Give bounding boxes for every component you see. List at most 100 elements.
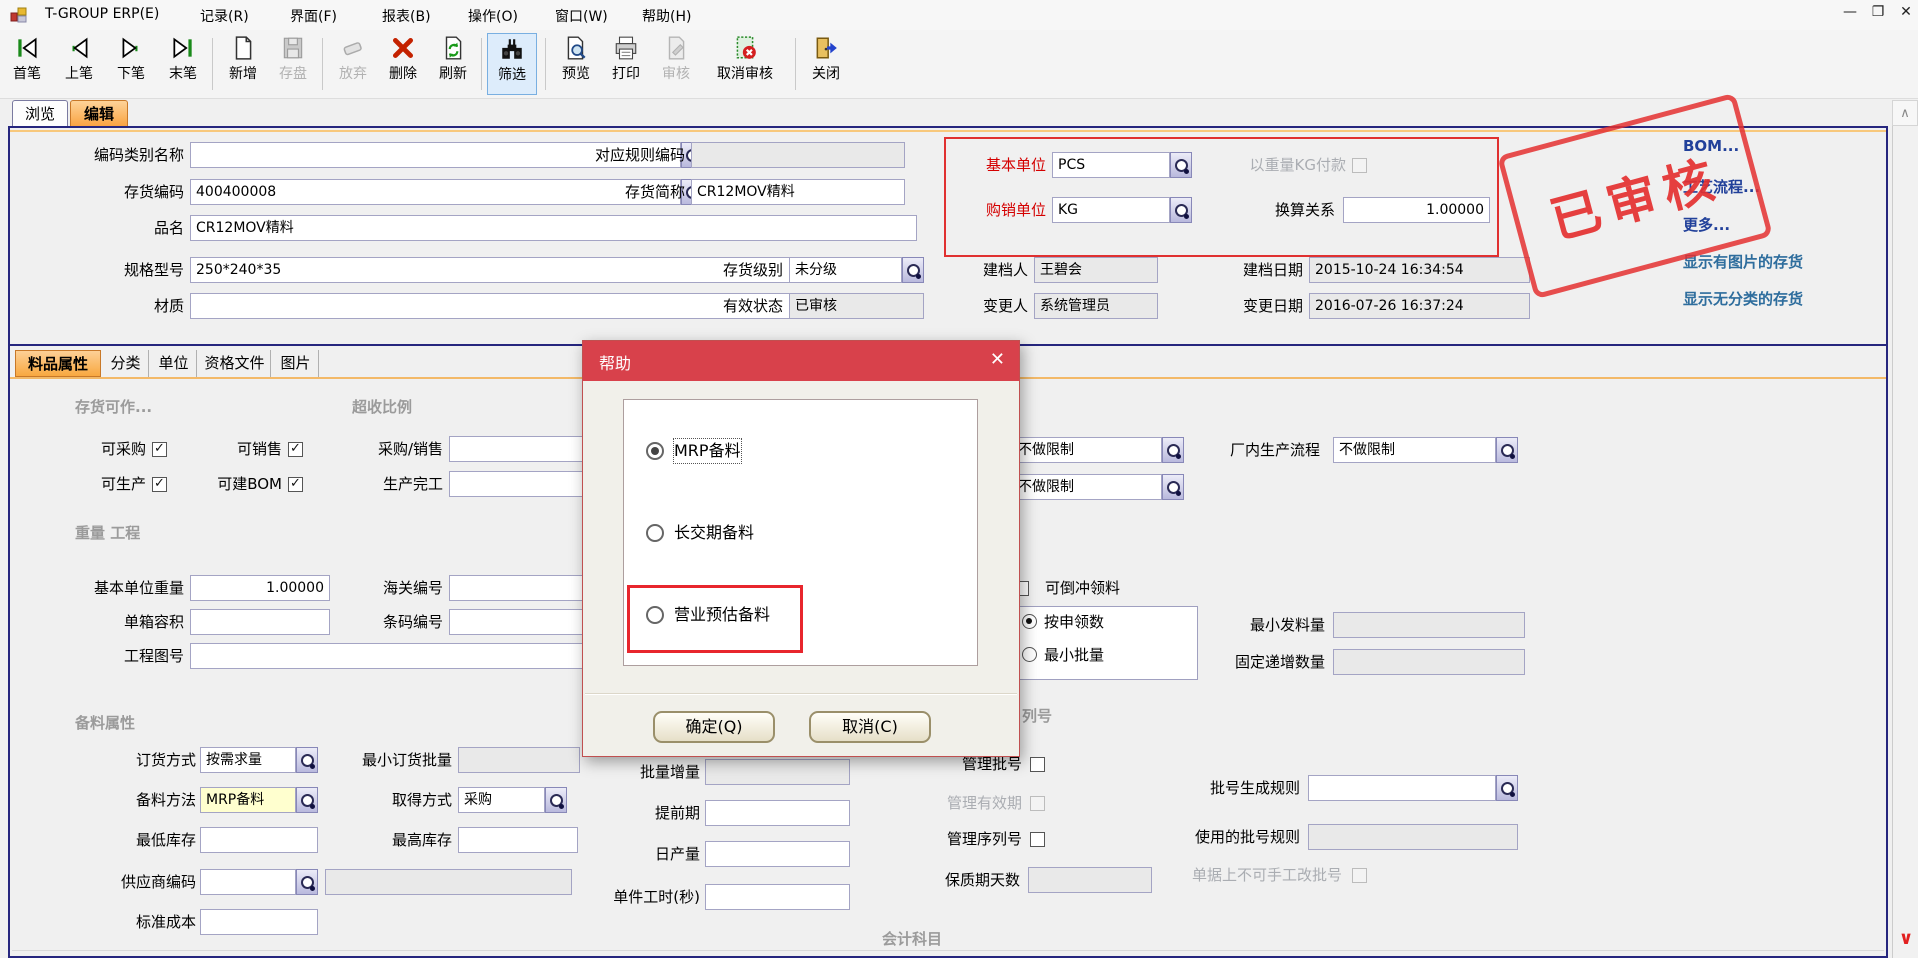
acquire-mode-lookup-icon[interactable] [545,787,567,813]
acquire-mode-field[interactable]: 采购 [458,787,545,813]
menu-window[interactable]: 窗口(W) [555,6,608,26]
unit-work-seconds-field[interactable] [705,884,850,910]
last-record-icon [158,33,208,67]
toolbar-separator [322,38,323,90]
supplier-code-lookup-icon[interactable] [296,869,318,895]
next-record-button[interactable]: 下笔 [106,33,156,95]
factory-flow-lookup-icon[interactable] [1496,437,1518,463]
batch-rule-lookup-icon[interactable] [1496,775,1518,801]
dialog-cancel-button[interactable]: 取消(C) [809,711,931,743]
item-short-name-label: 存货简称 [565,179,685,205]
help-dialog-close-icon[interactable]: ✕ [990,349,1005,370]
prev-record-button[interactable]: 上笔 [54,33,104,95]
scroll-up-icon[interactable]: ∧ [1892,100,1918,126]
show-uncategorized-link[interactable]: 显示无分类的存货 [1683,288,1803,309]
filter-button[interactable]: 筛选 [487,33,537,95]
purchase-sale-ratio-field[interactable] [449,436,592,462]
menu-record[interactable]: 记录(R) [200,6,249,26]
menu-app[interactable]: T-GROUP ERP(E) [45,6,159,22]
option-mrp-radio[interactable] [646,442,664,460]
item-level-lookup-icon[interactable] [902,257,924,283]
bom-allowed-checkbox[interactable] [288,477,303,492]
usable-section-title: 存货可作... [75,396,152,417]
item-name-field[interactable]: CR12MOV精料 [190,215,917,241]
sellable-checkbox[interactable] [288,442,303,457]
restore-icon[interactable]: ❐ [1866,4,1890,20]
menu-help[interactable]: 帮助(H) [642,6,691,26]
producible-checkbox[interactable] [152,477,167,492]
menu-action[interactable]: 操作(O) [468,6,518,26]
limit2-lookup-icon[interactable] [1162,474,1184,500]
trade-unit-lookup-icon[interactable] [1170,197,1192,223]
lead-time-field[interactable] [705,800,850,826]
min-batch-radio[interactable] [1022,647,1037,662]
prep-method-lookup-icon[interactable] [296,787,318,813]
close-icon[interactable]: ✕ [1894,4,1918,20]
option-long-lead-label[interactable]: 长交期备料 [674,521,754,545]
std-cost-field[interactable] [200,909,318,935]
new-button[interactable]: 新增 [218,33,268,95]
box-volume-field[interactable] [190,609,330,635]
min-stock-field[interactable] [200,827,318,853]
max-stock-field[interactable] [458,827,578,853]
minimize-icon[interactable]: — [1838,4,1862,20]
weight-eng-section-title: 重量 工程 [75,522,140,543]
print-button[interactable]: 打印 [601,33,651,95]
subtab-image[interactable]: 图片 [273,350,319,377]
first-record-button[interactable]: 首笔 [2,33,52,95]
subtab-qualification[interactable]: 资格文件 [199,350,271,377]
close-window-button[interactable]: 关闭 [801,33,851,95]
order-mode-lookup-icon[interactable] [296,747,318,773]
base-unit-weight-field[interactable]: 1.00000 [190,575,330,601]
vertical-scrollbar[interactable] [1892,100,1918,958]
manage-serial-checkbox[interactable] [1030,832,1045,847]
delete-button[interactable]: 删除 [378,33,428,95]
item-level-label: 存货级别 [689,257,783,283]
customs-code-field[interactable] [449,575,592,601]
subtab-unit[interactable]: 单位 [151,350,197,377]
tab-browse[interactable]: 浏览 [12,100,68,128]
option-mrp-label[interactable]: MRP备料 [674,439,741,463]
base-unit-lookup-icon[interactable] [1170,152,1192,178]
manage-expiry-label: 管理有效期 [930,790,1022,816]
cancel-audit-button[interactable]: 取消审核 [703,33,787,95]
drawing-no-field[interactable] [190,643,592,669]
menu-report[interactable]: 报表(B) [382,6,431,26]
base-unit-weight-label: 基本单位重量 [60,575,184,601]
subtab-category[interactable]: 分类 [103,350,149,377]
batch-serial-section-title-partial: 列号 [1022,705,1052,726]
daily-output-field[interactable] [705,841,850,867]
factory-flow-field[interactable]: 不做限制 [1333,437,1496,463]
limit1-lookup-icon[interactable] [1162,437,1184,463]
purchasable-checkbox[interactable] [152,442,167,457]
sellable-label: 可销售 [226,436,282,462]
item-level-field[interactable]: 未分级 [789,257,902,283]
base-unit-field[interactable]: PCS [1052,152,1170,178]
last-record-button[interactable]: 末笔 [158,33,208,95]
barcode-field[interactable] [449,609,592,635]
preview-button[interactable]: 预览 [551,33,601,95]
item-short-name-field[interactable]: CR12MOV精料 [691,179,905,205]
by-request-radio[interactable] [1022,614,1037,629]
help-options-listbox: MRP备料 长交期备料 营业预估备料 [623,399,978,666]
batch-rule-field[interactable] [1308,775,1496,801]
conversion-field[interactable]: 1.00000 [1343,197,1490,223]
manage-batch-checkbox[interactable] [1030,757,1045,772]
dialog-ok-button[interactable]: 确定(Q) [653,711,775,743]
option-long-lead-radio[interactable] [646,524,664,542]
production-done-ratio-field[interactable] [449,471,592,497]
supplier-code-field[interactable] [200,869,296,895]
order-mode-field[interactable]: 按需求量 [200,747,296,773]
menu-ui[interactable]: 界面(F) [290,6,337,26]
item-name-label: 品名 [40,215,184,241]
limit2-field[interactable]: 不做限制 [1012,474,1162,500]
limit1-field[interactable]: 不做限制 [1012,437,1162,463]
refresh-button[interactable]: 刷新 [428,33,478,95]
prep-method-field[interactable]: MRP备料 [200,787,296,813]
toolbar-separator [212,38,213,90]
subtab-item-properties[interactable]: 料品属性 [15,350,101,377]
help-dialog-titlebar[interactable]: 帮助 ✕ [583,341,1019,381]
tab-edit[interactable]: 编辑 [70,100,128,128]
scroll-down-icon[interactable]: ∨ [1894,924,1918,954]
trade-unit-field[interactable]: KG [1052,197,1170,223]
